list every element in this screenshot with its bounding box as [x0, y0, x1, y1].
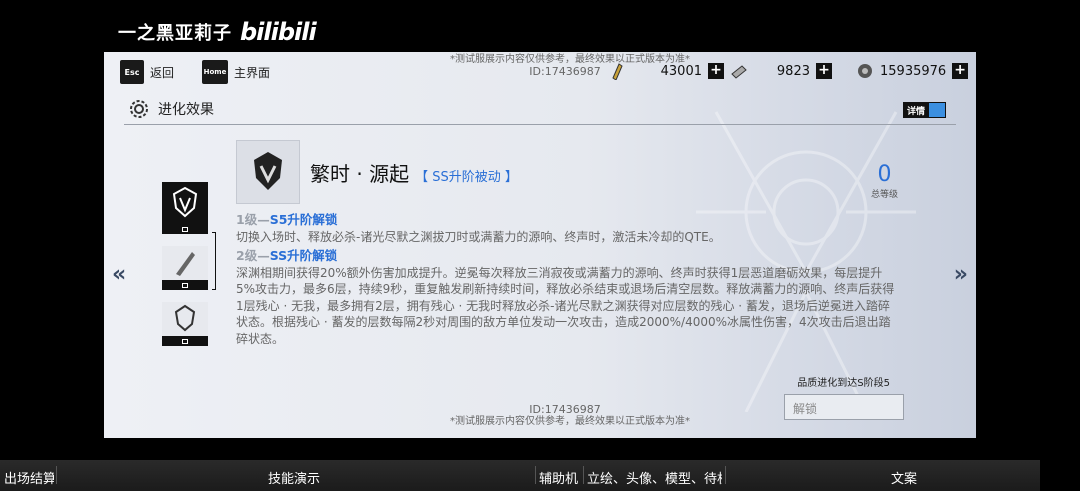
skill-tag: 【 SS升阶被动 】	[415, 170, 518, 185]
home-label: 主界面	[234, 65, 271, 80]
detail-toggle[interactable]: 详情	[902, 102, 946, 118]
video-chapter-bar: 出场结算 技能演示 辅助机 立绘、头像、模型、待机 文案	[0, 460, 1040, 491]
skill-thumbnail[interactable]	[162, 246, 208, 290]
gear-icon	[130, 100, 148, 118]
top-bar: Esc 返回 Home 主界面 *测试服展示内容仅供参考，最终效果以正式版本为准…	[104, 52, 976, 94]
tier-text: 深渊相期间获得20%额外伤害加成提升。逆冕每次释放三消寂夜或满蓄力的源响、终声时…	[236, 265, 895, 346]
skill-icon	[236, 140, 300, 204]
unlock-button[interactable]: 解锁	[784, 394, 904, 420]
unlock-requirement: 品质进化到达S阶段5	[797, 378, 890, 389]
back-label: 返回	[150, 65, 175, 80]
chapter-divider	[56, 466, 57, 484]
stamina-value: 43001	[660, 63, 702, 79]
blade-icon	[176, 252, 195, 276]
home-button[interactable]: Home 主界面	[202, 60, 270, 84]
chapter-divider	[725, 466, 726, 484]
bilibili-logo: bilibili	[240, 18, 317, 46]
add-coin-button[interactable]: +	[952, 63, 969, 79]
skill-name: 繁时 · 源起	[310, 162, 410, 186]
add-stamina-button[interactable]: +	[708, 63, 724, 79]
tier-text: 切换入场时、释放必杀-诸光尽默之渊拔刀时或满蓄力的源响、终声时，激活未冷却的QT…	[236, 229, 721, 244]
chapter-tab[interactable]: 技能演示	[268, 468, 320, 487]
esc-key-icon: Esc	[120, 60, 144, 84]
tier-heading: 1级—S5升阶解锁	[236, 212, 338, 227]
resource-card: 9823 +	[730, 62, 832, 80]
footer-id: ID:17436987	[529, 403, 601, 416]
resource-coin: 15935976 +	[856, 62, 969, 80]
card-icon	[731, 65, 747, 79]
emblem-icon	[172, 186, 198, 218]
chapter-tab[interactable]: 出场结算	[4, 468, 54, 487]
lock-icon	[162, 224, 208, 234]
prev-arrow-icon[interactable]: «	[112, 262, 126, 287]
section-divider	[124, 124, 956, 125]
coin-value: 15935976	[880, 63, 947, 79]
section-header: 进化效果	[128, 98, 214, 120]
game-screen: Esc 返回 Home 主界面 *测试服展示内容仅供参考，最终效果以正式版本为准…	[104, 52, 976, 438]
level-value: 0	[877, 162, 892, 187]
tier-heading: 2级—SS升阶解锁	[236, 248, 338, 263]
back-button[interactable]: Esc 返回	[120, 60, 174, 84]
tier-1-description: 1级—S5升阶解锁 切换入场时、释放必杀-诸光尽默之渊拔刀时或满蓄力的源响、终声…	[236, 212, 896, 245]
selection-bracket	[212, 232, 216, 290]
uploader-name: 一之黑亚莉子	[118, 23, 232, 44]
emblem-icon	[254, 152, 282, 190]
chapter-divider	[535, 466, 536, 484]
emblem-icon	[174, 304, 196, 332]
home-key-icon: Home	[202, 60, 228, 84]
card-value: 9823	[776, 63, 810, 79]
level-label: 总等级	[870, 190, 898, 200]
chapter-divider	[583, 466, 584, 484]
tier-2-description: 2级—SS升阶解锁 深渊相期间获得20%额外伤害加成提升。逆冕每次释放三消寂夜或…	[236, 248, 896, 347]
skill-thumbnail[interactable]	[162, 302, 208, 346]
top-id: ID:17436987	[529, 65, 601, 78]
section-title: 进化效果	[158, 102, 214, 118]
chapter-tab[interactable]: 立绘、头像、模型、待机	[587, 468, 722, 487]
skill-thumbnail-list	[162, 182, 208, 358]
resource-stamina: 43001 +	[608, 62, 724, 80]
stamina-icon	[612, 63, 623, 80]
total-level: 0 总等级	[871, 162, 898, 200]
chapter-tab[interactable]: 辅助机	[539, 468, 581, 487]
toggle-switch	[929, 103, 945, 117]
next-arrow-icon[interactable]: »	[954, 262, 968, 287]
footer-disclaimer: *测试服展示内容仅供参考，最终效果以正式版本为准*	[450, 416, 690, 427]
add-card-button[interactable]: +	[816, 63, 832, 79]
skill-title: 繁时 · 源起 【 SS升阶被动 】	[310, 158, 518, 187]
lock-icon	[162, 280, 208, 290]
lock-icon	[162, 336, 208, 346]
detail-label: 详情	[906, 106, 925, 117]
coin-icon	[858, 64, 872, 78]
skill-thumbnail[interactable]	[162, 182, 208, 234]
chapter-tab[interactable]: 文案	[891, 468, 917, 487]
uploader-watermark: 一之黑亚莉子 bilibili	[118, 14, 317, 50]
